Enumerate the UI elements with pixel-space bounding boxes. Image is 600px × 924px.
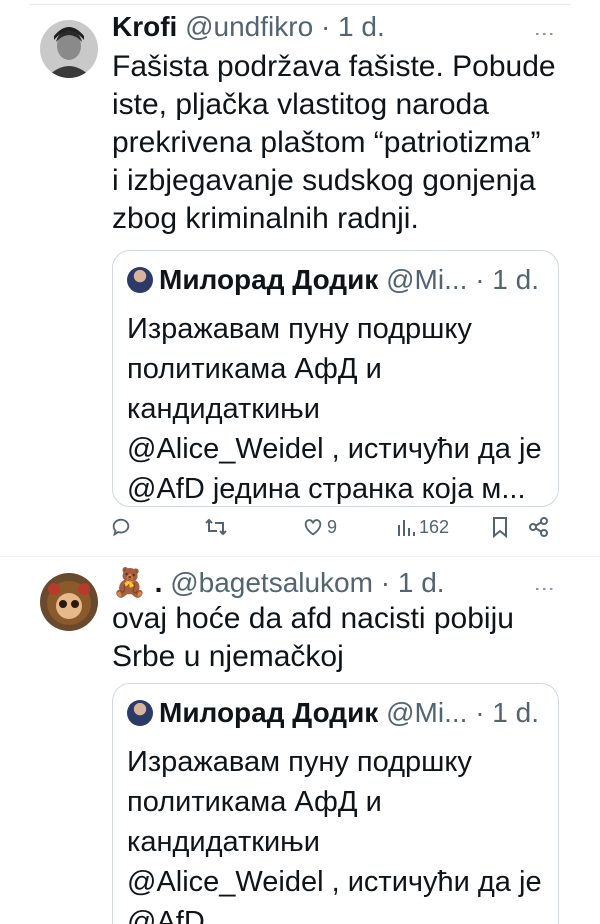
quote-line: @AfD	[127, 906, 205, 924]
views-icon	[398, 520, 415, 536]
text-line: prekrivena plaštom “patriotizma”	[112, 126, 541, 159]
quote-handle: @Mi...	[386, 264, 468, 295]
quote-line: @AfD једина странка која м...	[127, 473, 526, 505]
post-1[interactable]: Krofi @undfikro · 1 d. ⋮ Fašista podržav…	[0, 0, 600, 556]
avatar-image	[40, 573, 98, 631]
quote-avatar	[127, 267, 153, 293]
text-line: iste, pljačka vlastitog naroda	[112, 88, 489, 121]
quote-line: политикама АфД и	[127, 353, 382, 385]
post-text: Fašista podržava fašiste. Pobude iste, p…	[112, 48, 556, 238]
text-line: i izbjegavanje sudskog gonjenja	[112, 164, 536, 197]
quote-display-name: Милорад Додик	[159, 697, 379, 728]
quote-display-name: Милорад Додик	[159, 264, 379, 295]
heart-icon	[304, 519, 322, 536]
post-header: 🧸 . @bagetsalukom · 1 d.	[112, 568, 445, 598]
text-line: Fašista podržava fašiste. Pobude	[112, 50, 556, 83]
views-button[interactable]: 162	[396, 516, 449, 538]
quote-header: Милорад Додик @Mi... · 1 d.	[127, 698, 539, 728]
view-count: 162	[419, 516, 450, 537]
quote-line: @Alice_Weidel , истичући да је	[127, 433, 542, 465]
text-line: zbog kriminalnih radnji.	[112, 202, 419, 235]
separator-dot: ·	[320, 11, 331, 42]
quote-text: Изражавам пуну подршку политикама АфД и …	[127, 742, 542, 924]
avatar[interactable]	[40, 20, 98, 78]
display-name[interactable]: 🧸 .	[112, 567, 162, 598]
separator-dot: ·	[475, 264, 485, 295]
quote-line: политикама АфД и	[127, 786, 382, 818]
retweet-button[interactable]	[204, 516, 228, 538]
share-icon	[529, 517, 548, 537]
like-button[interactable]: 9	[302, 516, 337, 538]
timestamp[interactable]: 1 d.	[398, 567, 445, 598]
timestamp[interactable]: 1 d.	[338, 11, 385, 42]
quote-card[interactable]: Милорад Додик @Mi... · 1 d. Изражавам пу…	[112, 683, 559, 924]
text-line: Srbe u njemačkoj	[112, 640, 344, 673]
action-bar: 9 162	[110, 516, 560, 550]
quote-avatar	[127, 700, 153, 726]
bookmark-icon	[493, 517, 507, 538]
quote-line: кандидаткињи	[127, 393, 320, 425]
quote-line: @Alice_Weidel , истичући да је	[127, 866, 542, 898]
post-text: ovaj hoće da afd nacisti pobiju Srbe u n…	[112, 600, 514, 676]
quote-handle: @Mi...	[386, 697, 468, 728]
quote-line: кандидаткињи	[127, 826, 320, 858]
reply-icon	[112, 518, 130, 537]
post-2[interactable]: 🧸 . @bagetsalukom · 1 d. ⋮ ovaj hoće da …	[0, 557, 600, 924]
quote-card[interactable]: Милорад Додик @Mi... · 1 d. Изражавам пу…	[112, 250, 559, 507]
avatar[interactable]	[40, 573, 98, 631]
display-name[interactable]: Krofi	[112, 11, 177, 42]
quote-line: Изражавам пуну подршку	[127, 313, 472, 345]
separator-dot: ·	[380, 567, 391, 598]
handle[interactable]: @bagetsalukom	[170, 567, 373, 598]
quote-header: Милорад Додик @Mi... · 1 d.	[127, 265, 539, 295]
more-options-icon[interactable]: ⋮	[533, 579, 555, 599]
handle[interactable]: @undfikro	[185, 11, 313, 42]
retweet-icon	[205, 518, 227, 536]
reply-button[interactable]	[110, 516, 132, 538]
quote-timestamp: 1 d.	[492, 697, 539, 728]
like-count: 9	[327, 516, 338, 537]
text-line: ovaj hoće da afd nacisti pobiju	[112, 602, 514, 635]
share-button[interactable]	[528, 516, 550, 538]
post-header: Krofi @undfikro · 1 d.	[112, 12, 385, 42]
avatar-image	[40, 20, 98, 78]
quote-timestamp: 1 d.	[492, 264, 539, 295]
quote-text: Изражавам пуну подршку политикама АфД и …	[127, 309, 542, 506]
separator-dot: ·	[475, 697, 485, 728]
bookmark-button[interactable]	[490, 516, 510, 538]
quote-line: Изражавам пуну подршку	[127, 746, 472, 778]
more-options-icon[interactable]: ⋮	[533, 24, 555, 44]
